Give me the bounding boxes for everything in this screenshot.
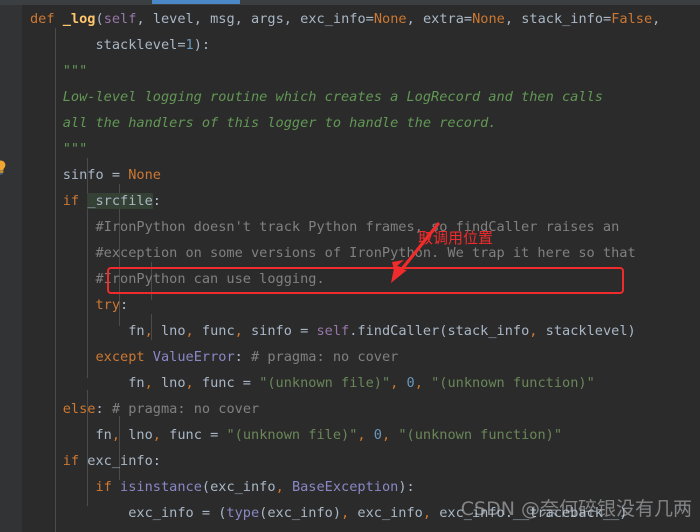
code-line: Low-level logging routine which creates … (30, 89, 603, 105)
code-line: #IronPython doesn't track Python frames,… (30, 219, 620, 235)
code-line: try: (95, 297, 129, 313)
code-line: exc_info = (type(exc_info), exc_info, ex… (30, 505, 628, 521)
code-line: if _srcfile: (62, 193, 161, 209)
code-line: #exception on some versions of IronPytho… (30, 245, 636, 261)
code-line: fn, lno, func = "(unknown file)", 0, "(u… (30, 427, 563, 443)
active-tab-underline (152, 0, 240, 4)
code-line: """ (30, 141, 88, 157)
code-line: #IronPython can use logging. (30, 271, 325, 287)
code-editor[interactable]: def _log(self, level, msg, args, exc_inf… (0, 0, 700, 532)
code-line: else: # pragma: no cover (62, 401, 260, 417)
code-line: if exc_info: (62, 453, 161, 469)
code-line: except ValueError: # pragma: no cover (95, 349, 399, 365)
code-line: fn, lno, func = "(unknown file)", 0, "(u… (30, 375, 595, 391)
code-line: def _log(self, level, msg, args, exc_inf… (30, 11, 661, 27)
code-line: fn, lno, func, sinfo = self.findCaller(s… (30, 323, 636, 339)
editor-tab-strip (0, 0, 700, 5)
code-line: elif not isinstance(exc_info, tuple): (30, 526, 398, 532)
lightbulb-icon[interactable] (0, 160, 7, 175)
code-line: all the handlers of this logger to handl… (30, 115, 497, 131)
code-line: stacklevel=1): (95, 37, 211, 53)
code-line: sinfo = None (30, 167, 161, 183)
annotation-label: 取调用位置 (418, 229, 494, 247)
code-content[interactable]: def _log(self, level, msg, args, exc_inf… (0, 0, 700, 532)
code-line: """ (30, 63, 88, 79)
code-line: if isinstance(exc_info, BaseException): (95, 479, 415, 495)
